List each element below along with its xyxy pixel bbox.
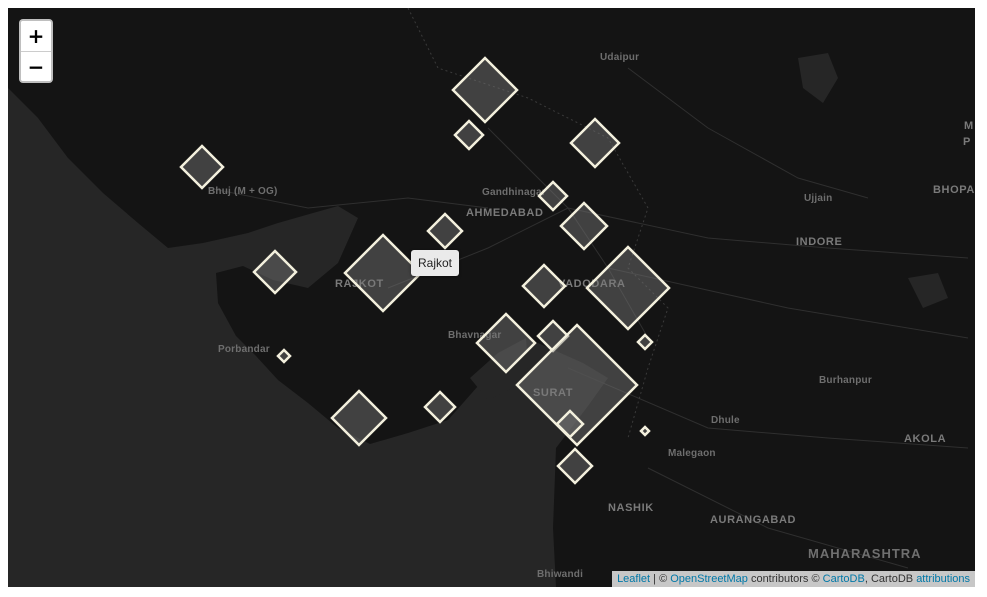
marker-tooltip: Rajkot: [411, 250, 460, 276]
diamond-marker[interactable]: [423, 390, 457, 424]
marker-layer: [179, 56, 671, 485]
zoom-control: + −: [19, 19, 53, 83]
diamond-marker[interactable]: [639, 425, 651, 437]
diamond-marker[interactable]: [330, 389, 388, 447]
diamond-marker[interactable]: [451, 56, 519, 124]
diamond-marker[interactable]: [252, 249, 298, 295]
attribution-text-2: , CartoDB: [864, 573, 917, 585]
diamond-marker[interactable]: [276, 348, 292, 364]
cartodb-link[interactable]: CartoDB: [823, 573, 865, 585]
zoom-in-button[interactable]: +: [21, 21, 51, 51]
diamond-marker[interactable]: [475, 312, 537, 374]
diamond-marker[interactable]: [426, 212, 464, 250]
diamond-marker[interactable]: [521, 263, 567, 309]
attribution-separator: | ©: [650, 573, 671, 585]
attributions-link[interactable]: attributions: [916, 573, 970, 585]
diamond-marker[interactable]: [179, 144, 225, 190]
openstreetmap-link[interactable]: OpenStreetMap: [670, 573, 748, 585]
diamond-marker[interactable]: [636, 333, 654, 351]
diamond-marker-rajkot[interactable]: [343, 233, 423, 313]
zoom-out-button[interactable]: −: [21, 51, 51, 81]
diamond-marker[interactable]: [537, 180, 569, 212]
diamond-marker[interactable]: [556, 447, 594, 485]
attribution-text: contributors ©: [747, 573, 823, 585]
diamond-marker[interactable]: [585, 245, 671, 331]
diamond-marker[interactable]: [569, 117, 621, 169]
diamond-marker[interactable]: [559, 201, 609, 251]
map-container[interactable]: Udaipur Bhuj (M + OG) Gandhinagar AHMEDA…: [8, 8, 975, 587]
attribution-bar: Leaflet | © OpenStreetMap contributors ©…: [612, 571, 975, 587]
diamond-marker[interactable]: [453, 119, 485, 151]
leaflet-link[interactable]: Leaflet: [617, 573, 650, 585]
